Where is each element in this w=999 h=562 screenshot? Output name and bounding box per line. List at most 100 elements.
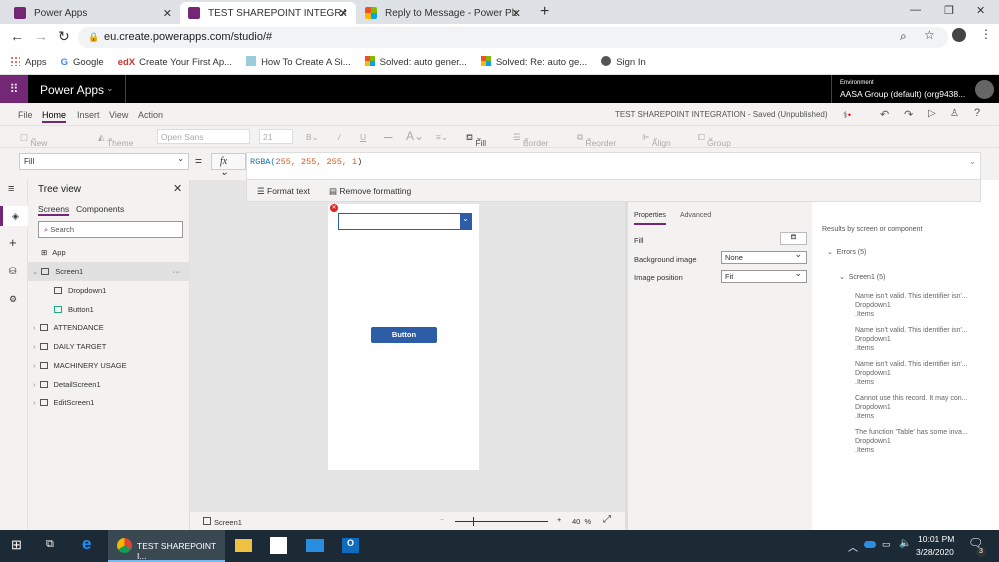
volume-icon[interactable]: 🔈 — [899, 538, 911, 549]
show-hidden-icons[interactable]: ︿ — [848, 539, 858, 554]
tab-power-apps[interactable]: Power Apps ✕ — [6, 2, 180, 24]
help-icon[interactable]: ? — [974, 107, 980, 119]
restore-icon[interactable]: ❐ — [944, 4, 954, 17]
environment-picker[interactable]: AASA Group (default) (org9438... — [840, 89, 965, 99]
text-align-icon[interactable]: ≡⌄ — [436, 132, 448, 143]
font-select[interactable]: Open Sans — [157, 129, 250, 144]
network-icon[interactable]: ▭ — [882, 539, 891, 550]
tree-search-input[interactable]: ⌕ Search — [38, 221, 183, 238]
font-size-select[interactable]: 21 — [259, 129, 293, 144]
zoom-icon[interactable]: ⌕ — [900, 29, 907, 44]
bookmark-sign-in[interactable]: Sign In — [601, 56, 646, 68]
close-icon[interactable]: ✕ — [339, 7, 348, 20]
forward-icon[interactable]: → — [34, 28, 48, 44]
button-control[interactable]: Button — [371, 327, 437, 343]
hamburger-icon[interactable]: ≡ — [8, 183, 14, 195]
clock-date[interactable]: 3/28/2020 — [916, 547, 954, 557]
data-icon[interactable]: ⛁ — [9, 266, 17, 277]
error-item[interactable]: The function 'Table' has some inva... Dro… — [855, 428, 968, 455]
menu-home[interactable]: Home — [42, 110, 67, 123]
screen-selector[interactable]: Screen1 — [203, 517, 242, 527]
app-name[interactable]: Power Apps — [40, 83, 104, 97]
italic-icon[interactable]: / — [338, 132, 340, 142]
tree-item-button1[interactable]: Button1 — [28, 300, 190, 319]
bookmark-google[interactable]: G Google — [61, 57, 104, 68]
waffle-icon[interactable]: ⠿ — [0, 75, 28, 103]
fx-button[interactable]: fx ⌄ — [211, 153, 246, 178]
tree-item-app[interactable]: ⊞ App — [28, 243, 190, 262]
profile-icon[interactable] — [952, 28, 966, 42]
chevron-right-icon[interactable]: › — [33, 380, 36, 389]
store-icon[interactable] — [270, 537, 287, 554]
menu-insert[interactable]: Insert — [77, 110, 100, 120]
menu-action[interactable]: Action — [138, 110, 163, 120]
tree-item-machinery-usage[interactable]: › MACHINERY USAGE — [28, 356, 190, 375]
tab-components[interactable]: Components — [76, 204, 124, 214]
bookmark-apps[interactable]: Apps — [10, 56, 47, 68]
error-item[interactable]: Name isn't valid. This identifier isn'..… — [855, 292, 968, 319]
window-close-icon[interactable]: ✕ — [976, 4, 985, 17]
tab-screens[interactable]: Screens — [38, 204, 70, 216]
error-item[interactable]: Name isn't valid. This identifier isn'..… — [855, 360, 968, 387]
advanced-tools-icon[interactable]: ⚙ — [9, 294, 17, 305]
bookmark-star-icon[interactable]: ☆ — [924, 28, 935, 42]
bookmark-solved-1[interactable]: Solved: auto gener... — [364, 56, 467, 68]
errors-group[interactable]: ⌄ Errors (5) — [827, 248, 866, 256]
onedrive-icon[interactable] — [864, 541, 876, 548]
new-screen-button[interactable]: ▢ New screen ⌄ — [20, 132, 56, 158]
align-button[interactable]: ⊫ Align ⌄ — [642, 132, 671, 148]
undo-icon[interactable]: ↶ — [880, 108, 889, 121]
reload-icon[interactable]: ↻ — [58, 28, 70, 45]
screen-canvas[interactable]: ✕ ⌄ Button — [328, 204, 479, 470]
clock-time[interactable]: 10:01 PM — [918, 534, 954, 544]
remove-formatting-button[interactable]: ▤ Remove formatting — [329, 186, 411, 197]
menu-view[interactable]: View — [109, 110, 128, 120]
bookmark-solved-2[interactable]: Solved: Re: auto ge... — [480, 56, 587, 68]
share-user-icon[interactable]: ♙ — [950, 108, 959, 119]
tab-test-sharepoint[interactable]: TEST SHAREPOINT INTEGRATION✕ — [180, 2, 356, 24]
tab-reply-message[interactable]: Reply to Message - Power Platfor✕ — [357, 2, 529, 24]
tab-advanced[interactable]: Advanced — [680, 212, 711, 219]
tab-properties[interactable]: Properties — [634, 212, 666, 225]
strikethrough-icon[interactable]: — — [384, 132, 393, 142]
property-select[interactable]: Fill ⌄ — [19, 153, 189, 170]
zoom-out-icon[interactable]: − — [440, 515, 444, 524]
edge-icon[interactable]: e — [82, 534, 91, 554]
fill-button[interactable]: ⛾ Fill ⌄ — [466, 132, 486, 148]
formula-input[interactable]: RGBA(255, 255, 255, 1) ⌄ — [246, 152, 981, 180]
zoom-slider[interactable] — [455, 517, 548, 526]
preview-play-icon[interactable]: ▷ — [928, 108, 936, 119]
chevron-down-icon[interactable]: ⌄ — [460, 214, 471, 229]
back-icon[interactable]: ← — [10, 28, 24, 44]
tree-item-dropdown1[interactable]: Dropdown1 — [28, 281, 190, 300]
minimize-icon[interactable]: — — [910, 4, 921, 16]
error-icon[interactable]: ✕ — [330, 204, 338, 212]
new-tab-icon[interactable]: + — [540, 3, 549, 21]
chevron-right-icon[interactable]: › — [33, 361, 36, 370]
tree-item-daily-target[interactable]: › DAILY TARGET — [28, 337, 190, 356]
redo-icon[interactable]: ↷ — [904, 108, 913, 121]
reorder-button[interactable]: ⧉ Reorder ⌄ — [577, 132, 616, 148]
error-item[interactable]: Cannot use this record. It may con... Dro… — [855, 394, 967, 421]
close-icon[interactable]: ✕ — [512, 7, 521, 20]
user-avatar[interactable] — [975, 80, 994, 99]
tree-item-detailscreen1[interactable]: › DetailScreen1 — [28, 375, 190, 394]
tree-item-attendance[interactable]: › ATTENDANCE — [28, 318, 190, 337]
windows-start-icon[interactable]: ⊞ — [11, 537, 22, 553]
chevron-down-icon[interactable]: ⌄ — [32, 267, 38, 276]
mail-icon[interactable] — [306, 539, 324, 552]
chevron-right-icon[interactable]: › — [33, 323, 36, 332]
fit-to-window-icon[interactable]: ⤢ — [603, 514, 611, 525]
tree-view-icon[interactable]: ◈ — [0, 206, 28, 226]
taskbar-chrome-button[interactable]: TEST SHAREPOINT I... — [108, 530, 225, 562]
image-position-select[interactable]: Fit — [721, 268, 807, 283]
chevron-right-icon[interactable]: › — [33, 342, 36, 351]
font-color-icon[interactable]: A⌄ — [406, 129, 424, 143]
chevron-right-icon[interactable]: › — [33, 398, 36, 407]
background-image-select[interactable]: None — [721, 249, 807, 264]
bookmark-how-to[interactable]: How To Create A Si... — [246, 56, 351, 68]
file-explorer-icon[interactable] — [235, 539, 252, 552]
fill-color-picker[interactable]: ⛾ — [780, 232, 807, 245]
zoom-slider-thumb[interactable] — [473, 517, 474, 526]
menu-icon[interactable]: ⋮ — [980, 27, 992, 41]
